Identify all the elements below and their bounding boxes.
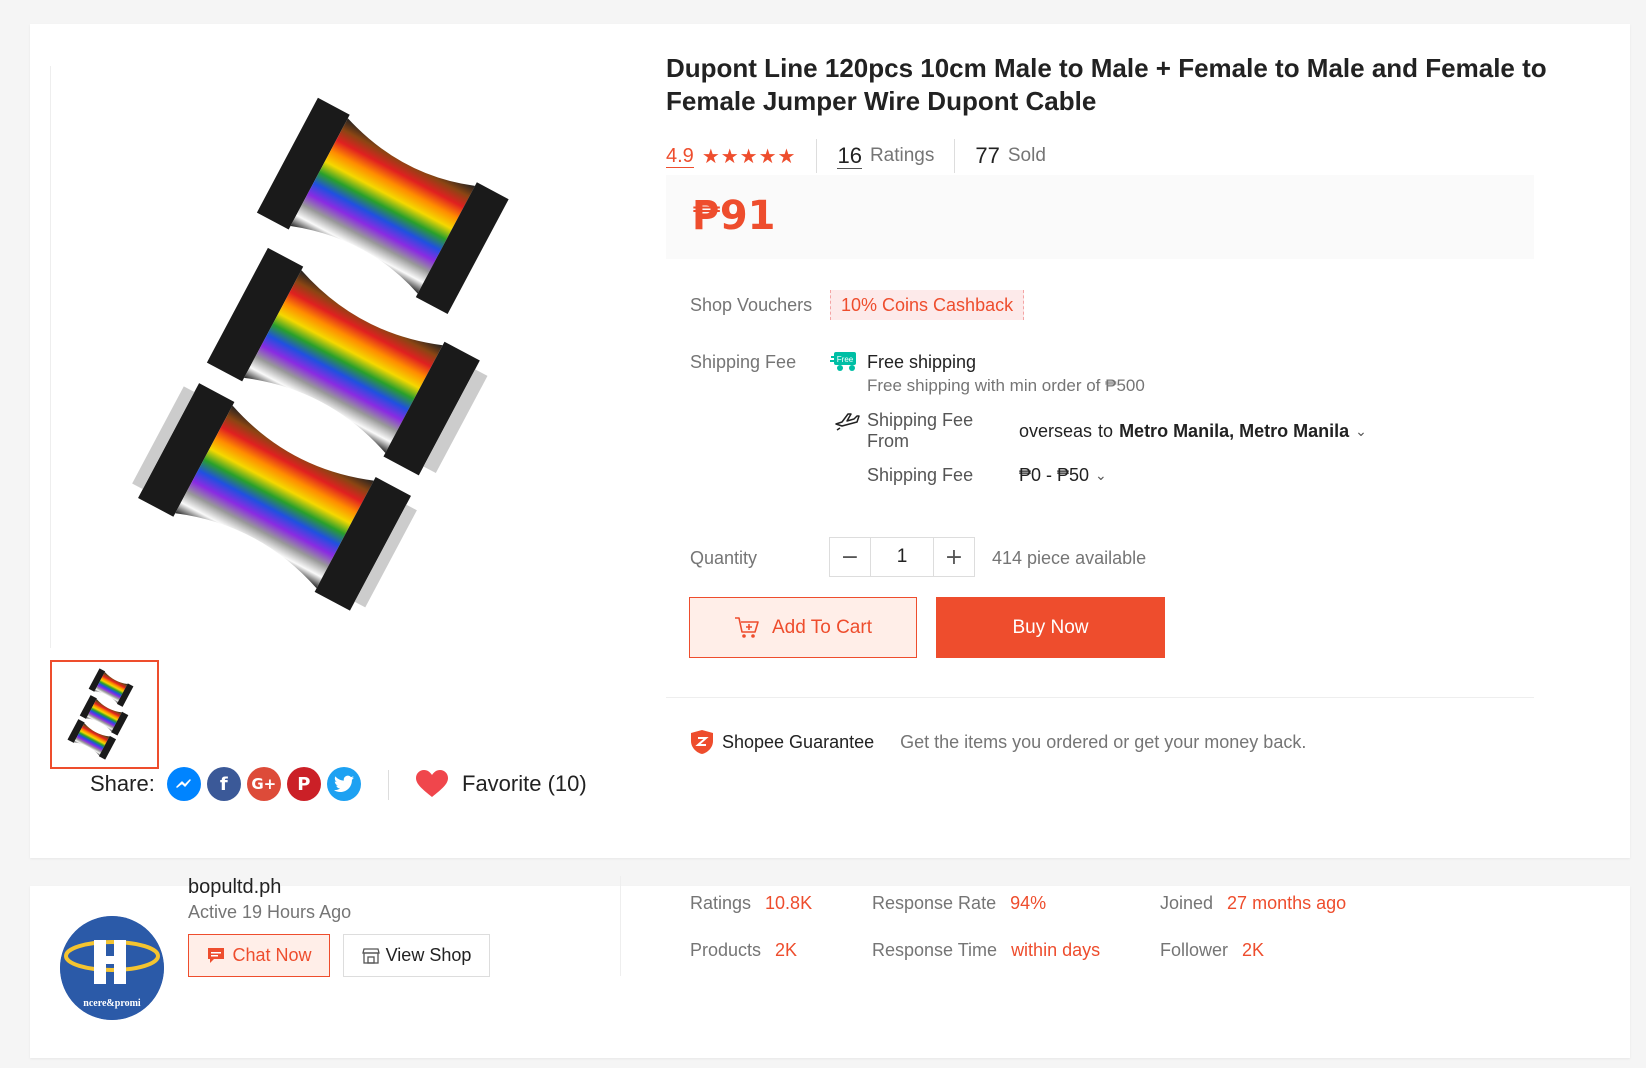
shipping-from-label-line1: Shipping Fee	[867, 410, 974, 430]
free-shipping-icon: Free	[830, 352, 862, 372]
stat-value: 2K	[775, 940, 798, 960]
stat-joined: Joined 27 months ago	[1160, 893, 1346, 914]
shipping-label: Shipping Fee	[690, 352, 797, 372]
add-to-cart-button[interactable]: Add To Cart	[689, 597, 917, 658]
stat-value: 10.8K	[765, 893, 813, 913]
favorite-button[interactable]: Favorite (10)	[416, 764, 587, 804]
chevron-down-icon: ⌄	[1095, 467, 1107, 484]
share-divider	[388, 770, 389, 800]
ratings-label: Ratings	[869, 145, 935, 166]
shield-icon	[691, 730, 713, 754]
share-label: Share:	[90, 771, 155, 796]
destination-value: Metro Manila, Metro Manila	[1119, 421, 1350, 441]
shop-avatar[interactable]: ncere&promi	[60, 916, 164, 1020]
stat-value: 2K	[1242, 940, 1265, 960]
shipping-fee-value: ₱0 - ₱50	[1019, 465, 1090, 485]
stat-value: 94%	[1010, 893, 1047, 913]
stat-label: Response Time	[872, 940, 998, 960]
airplane-icon	[834, 410, 860, 437]
shipping-fee-range[interactable]: ₱0 - ₱50 ⌄	[1019, 465, 1107, 486]
shipping-to: to	[1098, 421, 1114, 441]
shopee-guarantee[interactable]: Shopee Guarantee Get the items you order…	[690, 728, 1306, 756]
free-shipping-title: Free shipping	[867, 352, 977, 372]
svg-text:Free: Free	[837, 355, 854, 364]
favorite-label: Favorite (10)	[462, 771, 587, 796]
rating-row: 4.9 ★★★★★ 16 Ratings 77 Sold	[666, 134, 1046, 178]
chat-icon	[208, 947, 225, 963]
chat-now-button[interactable]: Chat Now	[188, 934, 330, 977]
svg-text:ncere&promi: ncere&promi	[83, 998, 141, 1009]
price-box: ₱91	[666, 175, 1534, 259]
stat-products[interactable]: Products 2K	[690, 940, 797, 961]
chevron-down-icon: ⌄	[1355, 423, 1367, 440]
stat-value: within days	[1011, 940, 1101, 960]
stat-ratings[interactable]: Ratings 10.8K	[690, 893, 812, 914]
pinterest-icon[interactable]: P	[286, 767, 321, 801]
stat-response-time: Response Time within days	[872, 940, 1100, 961]
divider	[954, 139, 956, 173]
quantity-label: Quantity	[690, 548, 758, 568]
stat-label: Follower	[1160, 940, 1229, 960]
view-shop-label: View Shop	[385, 945, 472, 965]
twitter-icon[interactable]	[326, 767, 361, 801]
shop-logo: ncere&promi	[60, 916, 164, 1020]
facebook-icon[interactable]: f	[206, 767, 241, 801]
divider	[816, 139, 818, 173]
shop-card: ncere&promi bopultd.ph Active 19 Hours A…	[30, 876, 1630, 1058]
view-shop-button[interactable]: View Shop	[343, 934, 490, 977]
messenger-icon[interactable]	[166, 767, 201, 801]
stat-label: Joined	[1160, 893, 1214, 913]
stat-label: Products	[690, 940, 762, 960]
guarantee-title: Shopee Guarantee	[722, 731, 875, 752]
shop-active-status: Active 19 Hours Ago	[188, 902, 352, 922]
free-shipping-subtitle: Free shipping with min order of ₱500	[867, 376, 1145, 395]
shipping-fee-label: Shipping Fee	[867, 465, 974, 485]
quantity-increase-button[interactable]: +	[934, 538, 974, 576]
rating-score[interactable]: 4.9	[666, 145, 694, 168]
chat-now-label: Chat Now	[232, 945, 312, 965]
stat-follower: Follower 2K	[1160, 940, 1264, 961]
cart-icon	[735, 616, 759, 638]
voucher-tag[interactable]: 10% Coins Cashback	[830, 290, 1025, 320]
guarantee-text: Get the items you ordered or get your mo…	[900, 731, 1307, 752]
jumper-wire-image	[132, 97, 509, 611]
stat-label: Ratings	[690, 893, 752, 913]
quantity-stepper: − +	[829, 537, 975, 577]
shop-icon	[361, 947, 380, 964]
product-main-image[interactable]	[50, 66, 640, 648]
sold-label: Sold	[1007, 145, 1046, 166]
stat-label: Response Rate	[872, 893, 997, 913]
buy-now-button[interactable]: Buy Now	[936, 597, 1165, 658]
divider	[666, 697, 1534, 698]
quantity-available: 414 piece available	[992, 548, 1147, 568]
google-plus-icon[interactable]: G+	[246, 767, 281, 801]
product-thumbnail[interactable]	[50, 660, 159, 769]
shipping-origin: overseas	[1019, 421, 1093, 441]
rating-stars-icon: ★★★★★	[701, 144, 797, 168]
shop-name[interactable]: bopultd.ph	[188, 876, 281, 899]
add-to-cart-label: Add To Cart	[772, 616, 872, 638]
shipping-from-label-line2: From	[867, 431, 909, 451]
shipping-destination[interactable]: overseas to Metro Manila, Metro Manila ⌄	[1019, 421, 1367, 442]
stat-value: 27 months ago	[1227, 893, 1347, 913]
divider	[620, 876, 621, 976]
product-card: Share: f G+ P Favorite (10) Dupont Line …	[30, 24, 1630, 858]
share-bar: Share: f G+ P	[90, 764, 361, 804]
vouchers-label: Shop Vouchers	[690, 295, 813, 315]
thumbnail-image	[67, 668, 134, 760]
product-title: Dupont Line 120pcs 10cm Male to Male + F…	[666, 53, 1547, 116]
quantity-decrease-button[interactable]: −	[830, 538, 870, 576]
quantity-input[interactable]	[870, 538, 934, 576]
sold-count: 77	[975, 143, 1000, 168]
heart-icon	[416, 770, 448, 797]
shipping-from-label: Shipping Fee From	[867, 410, 973, 452]
stat-response-rate: Response Rate 94%	[872, 893, 1046, 914]
price: ₱91	[692, 193, 776, 239]
ratings-count[interactable]: 16	[837, 143, 862, 169]
